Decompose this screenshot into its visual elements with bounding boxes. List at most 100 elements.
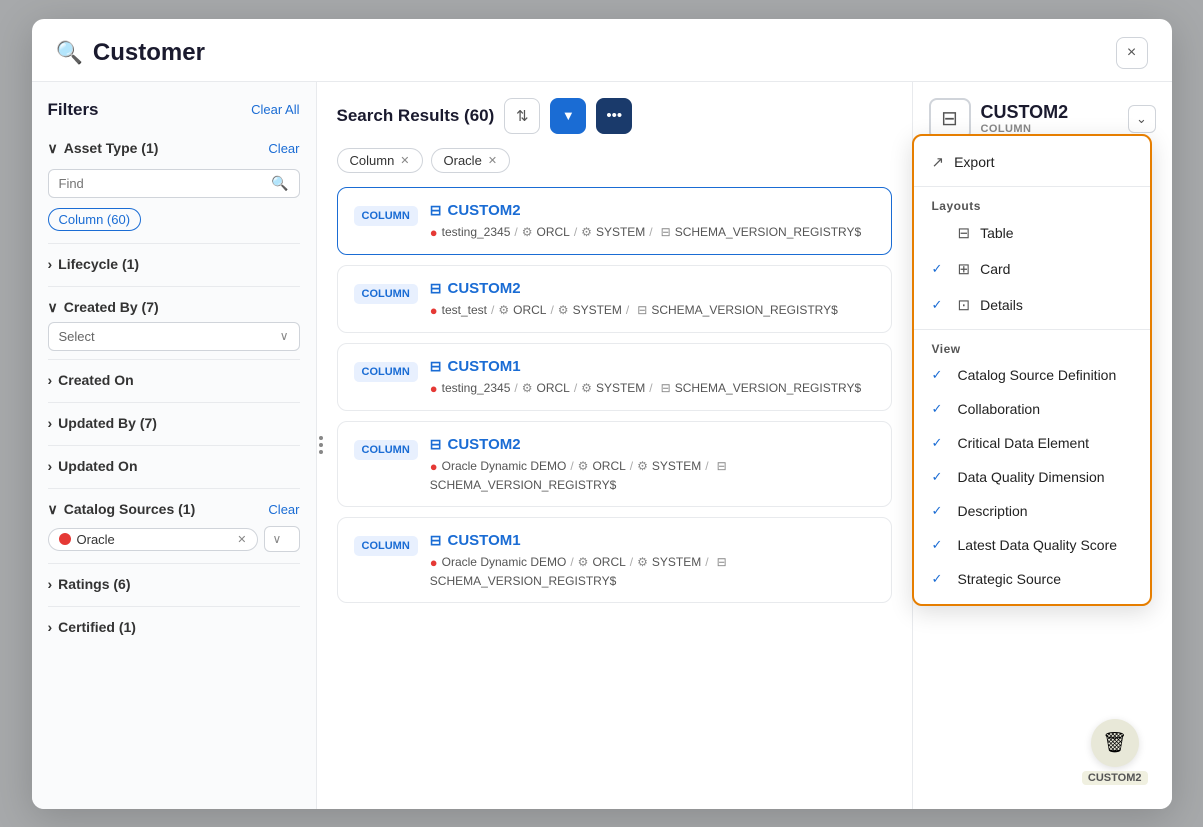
column-icon: ⊟ [430,202,442,219]
export-label: Export [954,154,994,170]
certified-label: Certified (1) [58,619,136,635]
asset-type-search-input[interactable] [59,176,272,191]
view-strategic-source-item[interactable]: ✓ Strategic Source [914,562,1150,596]
updated-on-header[interactable]: › Updated On [48,452,300,480]
source-icon-0: ● [430,225,438,240]
view-description-item[interactable]: ✓ Description [914,494,1150,528]
table-icon-3: ⊟ [717,459,727,473]
table-icon-4: ⊟ [717,555,727,569]
column-icon-4: ⊟ [430,532,442,549]
source-icon-4: ● [430,555,438,570]
catalog-row: Oracle ✕ ∨ [48,524,300,555]
details-layout-icon: ⊡ [958,296,971,314]
collaboration-label: Collaboration [958,401,1041,417]
sidebar-header: Filters Clear All [48,100,300,120]
oracle-chip-remove[interactable]: ✕ [488,154,497,167]
resize-handle[interactable] [317,428,329,462]
ratings-header[interactable]: › Ratings (6) [48,570,300,598]
asset-type-tag[interactable]: Column (60) [48,208,142,231]
ratings-chevron-icon: › [48,576,53,592]
created-by-filter: ∨ Created By (7) Select ∨ [48,293,300,351]
filters-title: Filters [48,100,99,120]
export-menu-item[interactable]: ↗ Export [914,144,1150,180]
card-check-icon: ✓ [932,261,948,277]
latest-dq-score-label: Latest Data Quality Score [958,537,1118,553]
updated-by-label: Updated By (7) [58,415,157,431]
fab-button[interactable]: 🗑 [1091,719,1139,767]
lifecycle-label: Lifecycle (1) [58,256,139,272]
detail-expand-button[interactable]: ⌄ [1128,105,1156,133]
result-card-4[interactable]: COLUMN ⊟ CUSTOM1 ● Oracle Dynamic DEMO /… [337,517,892,603]
result-card-0[interactable]: COLUMN ⊟ CUSTOM2 ● testing_2345 / ⚙ [337,187,892,255]
asset-type-search-box: 🔍 [48,169,300,198]
db-icon-2: ⚙ [522,381,533,395]
certified-chevron-icon: › [48,619,53,635]
catalog-sources-dropdown[interactable]: ∨ [264,526,300,552]
column-chip[interactable]: Column ✕ [337,148,423,173]
filter-chips: Column ✕ Oracle ✕ [337,148,892,173]
column-chip-remove[interactable]: ✕ [400,154,409,167]
critical-check-icon: ✓ [932,435,948,451]
asset-type-header[interactable]: ∨ Asset Type (1) Clear [48,134,300,163]
detail-title: CUSTOM2 [981,102,1069,123]
collaboration-check-icon: ✓ [932,401,948,417]
menu-divider-2 [914,329,1150,330]
oracle-dot-icon [59,533,71,545]
select-chevron-icon: ∨ [280,329,289,343]
clear-all-link[interactable]: Clear All [251,102,299,117]
view-collaboration-item[interactable]: ✓ Collaboration [914,392,1150,426]
schema-icon-3: ⚙ [637,459,648,473]
search-results-pane: Search Results (60) ⇅ ▼ ••• Column ✕ Ora… [317,82,912,809]
column-icon-3: ⊟ [430,436,442,453]
layout-card-item[interactable]: ✓ ⊞ Card [914,251,1150,287]
lifecycle-header[interactable]: › Lifecycle (1) [48,250,300,278]
menu-divider-1 [914,186,1150,187]
strategic-check-icon: ✓ [932,571,948,587]
search-icon: 🔍 [56,40,83,66]
db-icon-4: ⚙ [578,555,589,569]
created-by-header[interactable]: ∨ Created By (7) [48,293,300,322]
main-content: Search Results (60) ⇅ ▼ ••• Column ✕ Ora… [317,82,1172,809]
view-catalog-source-def-item[interactable]: ✓ Catalog Source Definition [914,358,1150,392]
catalog-sources-filter: ∨ Catalog Sources (1) Clear Oracle ✕ [48,495,300,555]
layouts-section-label: Layouts [914,193,1150,215]
updated-on-label: Updated On [58,458,137,474]
result-path-1: ● test_test / ⚙ ORCL / ⚙ SYSTEM / ⊟ [430,303,875,318]
modal-title: Customer [93,39,205,67]
filter-button[interactable]: ▼ [550,98,586,134]
updated-by-filter: › Updated By (7) [48,409,300,437]
sort-button[interactable]: ⇅ [504,98,540,134]
certified-header[interactable]: › Certified (1) [48,613,300,641]
created-on-header[interactable]: › Created On [48,366,300,394]
more-options-button[interactable]: ••• [596,98,632,134]
view-data-quality-dim-item[interactable]: ✓ Data Quality Dimension [914,460,1150,494]
layout-table-item[interactable]: ⊟ Table [914,215,1150,251]
result-card-1[interactable]: COLUMN ⊟ CUSTOM2 ● test_test / ⚙ [337,265,892,333]
fab-label: CUSTOM2 [1082,771,1148,785]
oracle-remove-icon[interactable]: ✕ [237,533,246,546]
schema-icon-4: ⚙ [637,555,648,569]
asset-type-clear[interactable]: Clear [268,141,299,156]
oracle-tag: Oracle ✕ [48,528,258,551]
updated-on-filter: › Updated On [48,452,300,480]
dq-score-check-icon: ✓ [932,537,948,553]
dq-dim-check-icon: ✓ [932,469,948,485]
oracle-chip[interactable]: Oracle ✕ [431,148,511,173]
close-button[interactable]: × [1116,37,1148,69]
created-by-chevron-icon: ∨ [48,299,58,316]
view-latest-dq-score-item[interactable]: ✓ Latest Data Quality Score [914,528,1150,562]
result-card-2[interactable]: COLUMN ⊟ CUSTOM1 ● testing_2345 / ⚙ [337,343,892,411]
layout-details-item[interactable]: ✓ ⊡ Details [914,287,1150,323]
description-check-icon: ✓ [932,503,948,519]
db-icon-0: ⚙ [522,225,533,239]
result-path-4: ● Oracle Dynamic DEMO / ⚙ ORCL / ⚙ SYSTE… [430,555,875,588]
catalog-sources-clear[interactable]: Clear [268,502,299,517]
result-card-3[interactable]: COLUMN ⊟ CUSTOM2 ● Oracle Dynamic DEMO /… [337,421,892,507]
updated-by-header[interactable]: › Updated By (7) [48,409,300,437]
db-icon-3: ⚙ [578,459,589,473]
view-critical-data-item[interactable]: ✓ Critical Data Element [914,426,1150,460]
created-by-select[interactable]: Select ∨ [48,322,300,351]
asset-type-chevron-icon: ∨ [48,140,58,157]
lifecycle-filter: › Lifecycle (1) [48,250,300,278]
catalog-sources-header[interactable]: ∨ Catalog Sources (1) Clear [48,495,300,524]
